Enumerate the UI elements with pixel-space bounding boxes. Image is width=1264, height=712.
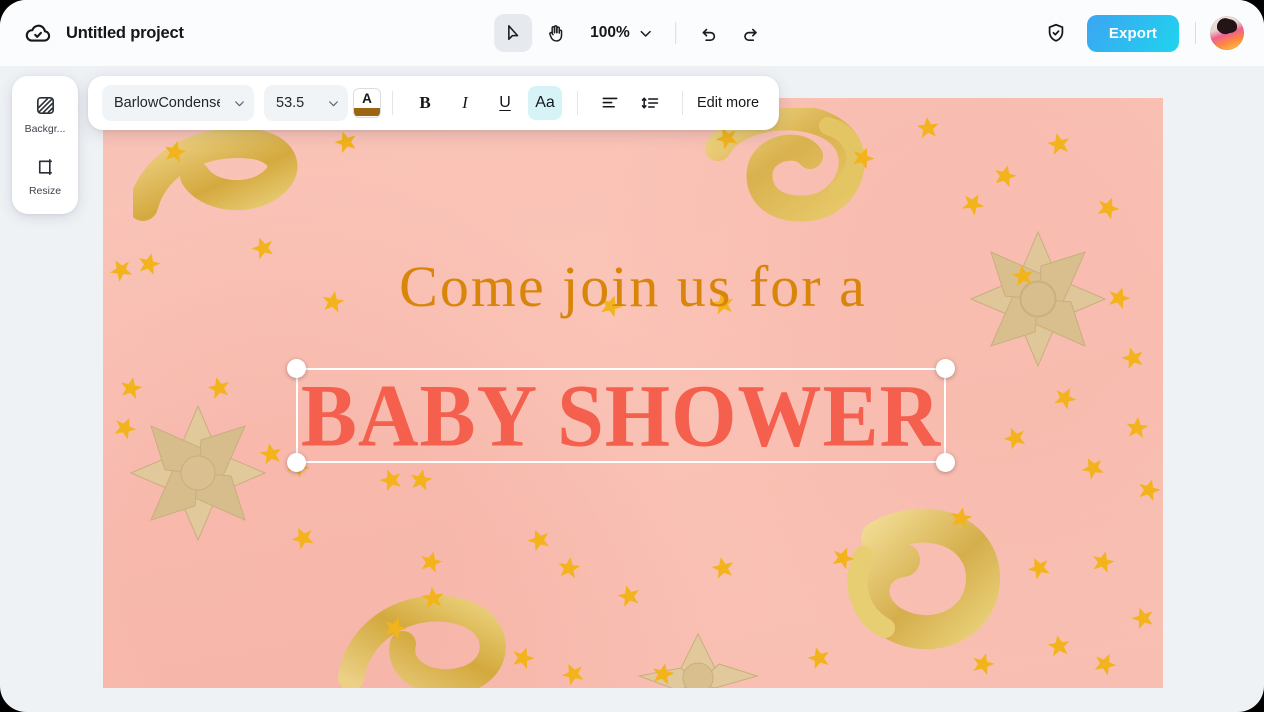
hand-tool-button[interactable]	[536, 14, 574, 52]
select-tool-button[interactable]	[494, 14, 533, 52]
topbar-right-divider	[1195, 22, 1196, 44]
sidebar-item-resize[interactable]: Resize	[16, 150, 74, 202]
redo-arrow-icon	[744, 28, 757, 41]
italic-button[interactable]: I	[448, 86, 482, 120]
selection-handle-bottom-left[interactable]	[287, 453, 306, 472]
design-canvas[interactable]: Come join us for a BABY SHOWER	[103, 98, 1163, 688]
gold-ribbon-bottomright-icon	[847, 508, 1001, 650]
selection-handle-top-right[interactable]	[936, 359, 955, 378]
hand-icon	[548, 24, 562, 42]
text-case-button[interactable]: Aa	[528, 86, 562, 120]
cloud-check-icon[interactable]	[24, 19, 52, 47]
text-selection-box[interactable]: BABY SHOWER	[287, 359, 955, 472]
project-title[interactable]: Untitled project	[66, 24, 184, 43]
chevron-down-icon	[640, 30, 651, 37]
text-align-button[interactable]	[593, 86, 627, 120]
zoom-level-dropdown[interactable]: 100%	[578, 14, 661, 52]
toolbar-divider	[674, 22, 676, 44]
canvas-heading-line2[interactable]: BABY SHOWER	[298, 366, 944, 467]
topbar-right-group: Export	[1039, 0, 1244, 66]
gold-bow-right-icon	[969, 230, 1107, 368]
toolbar-divider	[682, 91, 683, 115]
font-family-dropdown[interactable]: BarlowCondense	[102, 85, 254, 121]
canvas-heading-line1[interactable]: Come join us for a	[103, 258, 1163, 316]
bold-button[interactable]: B	[408, 86, 442, 120]
sidebar-item-background-label: Backgr...	[24, 123, 66, 135]
chevron-down-icon	[329, 100, 338, 106]
shield-check-icon	[1048, 23, 1064, 42]
topbar-center-group: 100%	[494, 0, 770, 66]
gold-ribbon-topleft-icon	[133, 128, 298, 221]
underline-label: U	[499, 94, 511, 111]
toolbar-divider	[577, 91, 578, 115]
resize-frame-icon	[38, 159, 52, 176]
selection-handle-top-left[interactable]	[287, 359, 306, 378]
bold-label: B	[419, 93, 431, 112]
toolbar-divider	[392, 91, 393, 115]
gold-ribbon-bottomleft-icon	[338, 595, 506, 688]
text-case-label: Aa	[535, 94, 555, 111]
cursor-arrow-icon	[507, 24, 518, 40]
font-family-value: BarlowCondense	[114, 95, 220, 111]
left-sidebar: Backgr... Resize	[12, 76, 78, 214]
selection-handle-bottom-right[interactable]	[936, 453, 955, 472]
italic-label: I	[462, 93, 468, 112]
sidebar-item-background[interactable]: Backgr...	[16, 88, 74, 140]
zoom-level-value: 100%	[590, 24, 630, 41]
gold-ribbon-top-icon	[705, 108, 865, 222]
underline-button[interactable]: U	[488, 86, 522, 120]
background-hatch-icon	[36, 97, 54, 114]
topbar-left-group: Untitled project	[24, 19, 184, 47]
text-color-swatch	[354, 108, 380, 116]
sidebar-item-resize-label: Resize	[28, 185, 62, 197]
text-color-letter: A	[362, 91, 372, 106]
line-spacing-icon	[641, 97, 659, 109]
shield-check-button[interactable]	[1039, 16, 1073, 50]
line-spacing-button[interactable]	[633, 86, 667, 120]
edit-more-button[interactable]: Edit more	[695, 95, 763, 111]
font-size-value: 53.5	[276, 95, 305, 111]
text-color-button[interactable]: A	[354, 89, 380, 117]
export-button[interactable]: Export	[1086, 14, 1179, 52]
align-left-icon	[602, 97, 618, 108]
gold-bow-left-icon	[129, 404, 267, 542]
app-window: Untitled project 100% Export Backgr... R…	[0, 0, 1264, 712]
redo-button[interactable]	[732, 14, 770, 52]
avatar[interactable]	[1210, 16, 1244, 50]
undo-arrow-icon	[702, 28, 716, 41]
undo-button[interactable]	[690, 14, 728, 52]
chevron-down-icon	[235, 100, 244, 106]
top-toolbar: Untitled project 100% Export	[0, 0, 1264, 66]
gold-bow-bottom-icon	[637, 632, 759, 688]
text-format-toolbar: BarlowCondense 53.5 A B I U Aa Edit more	[88, 76, 780, 130]
font-size-dropdown[interactable]: 53.5	[264, 85, 348, 121]
